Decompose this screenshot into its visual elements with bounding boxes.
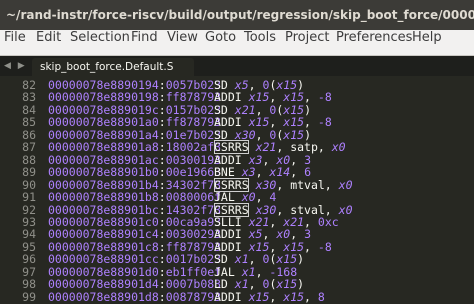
menu-item-selection[interactable]: Selection	[70, 30, 130, 45]
immediate: -8	[317, 115, 332, 130]
register: x0	[338, 202, 353, 217]
menu-item-tools[interactable]: Tools	[244, 30, 276, 45]
menu-item-goto[interactable]: Goto	[205, 30, 236, 45]
menu-item-preferences[interactable]: Preferences	[336, 30, 412, 45]
line-number: 87	[22, 140, 36, 155]
line-number: 91	[22, 190, 36, 205]
register: x0	[338, 177, 353, 192]
line-number: 98	[22, 277, 36, 292]
menu-item-find[interactable]: Find	[131, 30, 158, 45]
line-number: 96	[22, 252, 36, 267]
instruction-token: , mtval,	[276, 177, 339, 192]
code-editor[interactable]: 82 00000078e8890194:0057b023 SD x5, 0(x15)…	[0, 76, 474, 303]
tab-bar: ◀ ▶ skip_boot_force.Default.S	[0, 56, 474, 76]
menu-item-help[interactable]: Help	[412, 30, 442, 45]
instruction-token: )	[297, 252, 305, 267]
menu-item-project[interactable]: Project	[285, 30, 329, 45]
immediate: -8	[317, 90, 332, 105]
tab-active-file[interactable]: skip_boot_force.Default.S	[32, 58, 194, 76]
address-and-encoding: 00000078e88901d8:00878793	[48, 290, 221, 304]
window-title: ~/rand-instr/force-riscv/build/output/re…	[0, 0, 474, 30]
immediate: -8	[317, 239, 332, 254]
menu-item-view[interactable]: View	[167, 30, 198, 45]
line-number: 85	[22, 115, 36, 130]
line-number: 99	[22, 289, 36, 304]
line-number: 89	[22, 165, 36, 180]
menu-item-edit[interactable]: Edit	[36, 30, 61, 45]
menu-bar: File Edit Selection Find View Goto Tools Projec…	[0, 30, 474, 56]
instruction-text: ADDI x15, x15, 8	[214, 290, 325, 304]
tab-nav-arrows-icon[interactable]: ◀ ▶	[4, 56, 27, 76]
immediate: 0xc	[317, 214, 339, 229]
code-line: 99 00000078e88901d8:00878793 ADDI x15, x15…	[0, 289, 474, 304]
register: x0	[331, 140, 346, 155]
menu-item-file[interactable]: File	[4, 30, 26, 45]
instruction-token: ,	[304, 239, 318, 254]
